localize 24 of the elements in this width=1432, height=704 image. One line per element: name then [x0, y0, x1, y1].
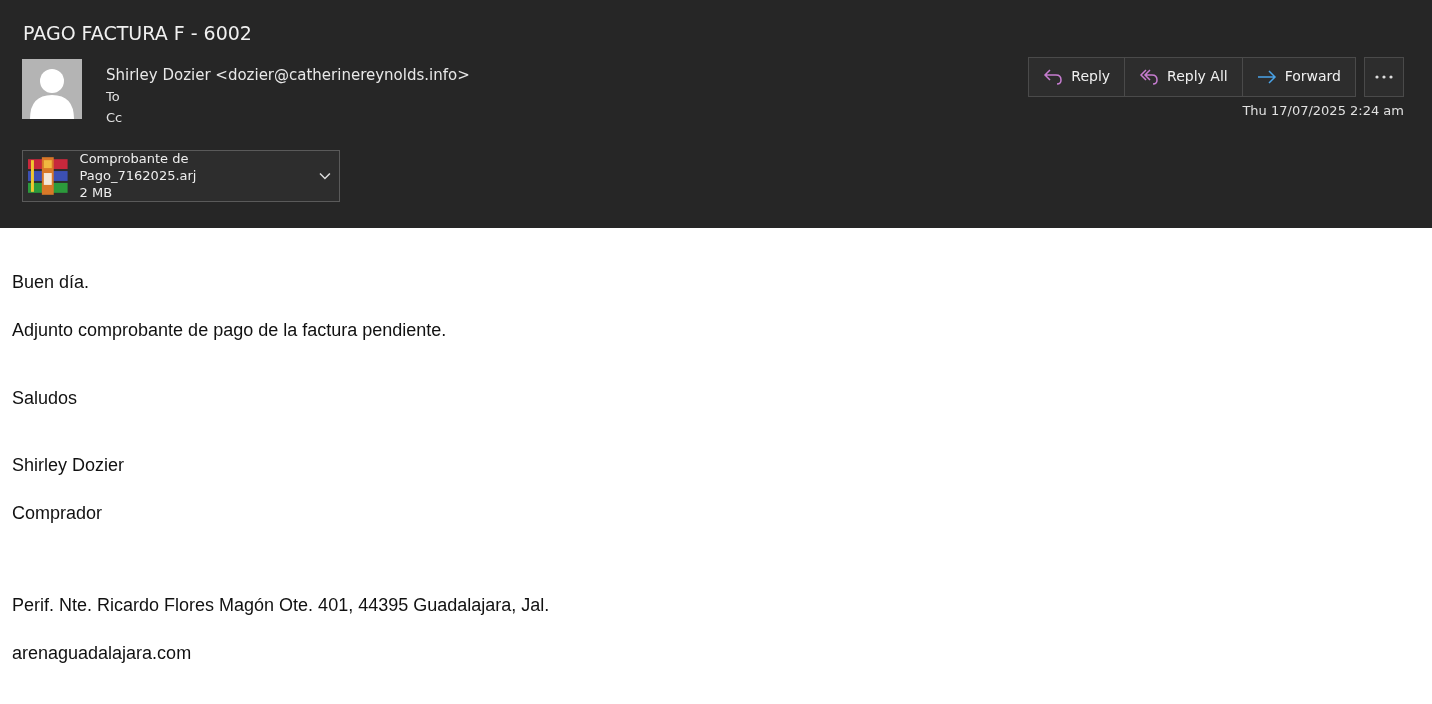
attachment-size: 2 MB: [79, 184, 114, 202]
body-paragraph: Shirley Dozier: [12, 454, 126, 477]
cc-label: Cc: [106, 108, 124, 127]
reply-arrow-icon: [1043, 66, 1064, 87]
forward-button[interactable]: Forward: [1242, 57, 1355, 96]
attachment-name: Comprobante de Pago_7162025.arj: [79, 150, 198, 185]
body-paragraph: Comprador: [12, 502, 104, 525]
body-paragraph: Adjunto comprobante de pago de la factura pendiente.: [12, 319, 448, 342]
attachment-item[interactable]: Comprobante de Pago_7162025.arj 2 MB: [22, 149, 340, 202]
body-paragraph: Perif. Nte. Ricardo Flores Magón Ote. 401, 44395 Guadalajara, Jal.: [12, 594, 551, 617]
body-paragraph: Saludos: [12, 387, 79, 410]
to-label: To: [106, 87, 121, 106]
sender-name[interactable]: Shirley Dozier <dozier@catherinereynolds.info>: [106, 64, 470, 86]
more-icon: [1375, 74, 1393, 79]
email-subject: PAGO FACTURA F - 6002: [23, 22, 253, 45]
reply-all-button[interactable]: Reply All: [1125, 57, 1243, 96]
body-paragraph: Buen día.: [12, 271, 91, 294]
reply-button[interactable]: Reply: [1029, 57, 1126, 96]
body-paragraph: arenaguadalajara.com: [12, 642, 193, 665]
more-button[interactable]: [1364, 56, 1404, 97]
chevron-down-icon[interactable]: [319, 171, 331, 180]
sent-date: Thu 17/07/2025 2:24 am: [1242, 101, 1404, 120]
archive-icon: [28, 156, 68, 195]
reply-all-arrow-icon: [1139, 66, 1160, 87]
